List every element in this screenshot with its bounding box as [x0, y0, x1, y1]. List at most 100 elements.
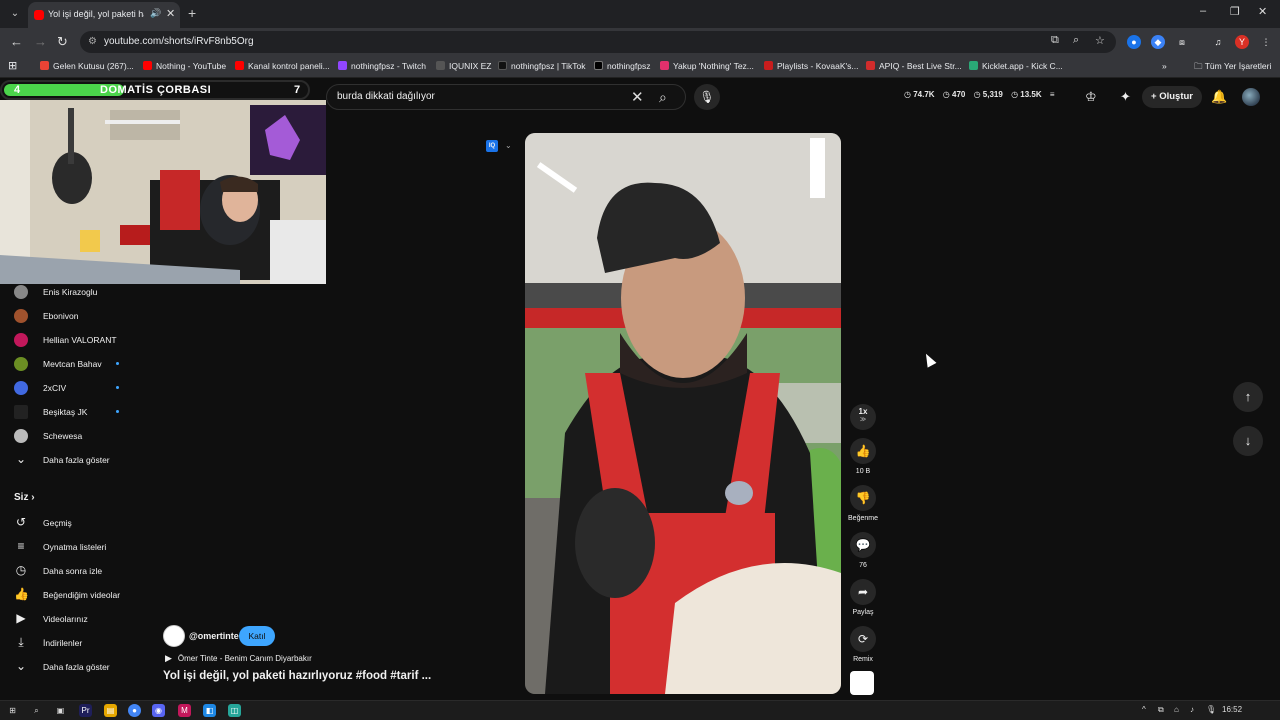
- join-button[interactable]: Katıl: [239, 626, 275, 646]
- short-title[interactable]: Yol işi değil, yol paketi hazırlıyoruz #…: [163, 670, 431, 682]
- dislike-label: Beğenme: [848, 515, 878, 522]
- short-video-player[interactable]: [525, 133, 841, 694]
- browser-tab[interactable]: Yol işi değil, yol paketi hazırlıyoruz #…: [28, 2, 180, 28]
- search-icon[interactable]: ⌕: [30, 704, 43, 717]
- search-input[interactable]: burda dikkati dağılıyor ✕ ⌕: [326, 84, 686, 110]
- windows-start-icon[interactable]: ⊞: [6, 704, 19, 717]
- bookmark-item[interactable]: APIQ - Best Live Str...: [866, 61, 962, 71]
- all-bookmarks-folder[interactable]: 🗀 Tüm Yer İşaretleri: [1194, 61, 1271, 75]
- stats-menu-icon[interactable]: ≡: [1050, 90, 1055, 99]
- zoom-icon[interactable]: ⌕: [1073, 34, 1079, 47]
- site-info-icon[interactable]: ⚙: [88, 36, 97, 47]
- bookmark-item[interactable]: nothingfpsz - Twitch: [338, 61, 426, 71]
- bookmarks-bar: ⊞ Gelen Kutusu (267)... Nothing - YouTub…: [0, 56, 1280, 78]
- comments-action[interactable]: 💬 76: [848, 532, 878, 569]
- webcam-feed: [0, 100, 326, 284]
- network-icon[interactable]: ⌂: [1174, 705, 1179, 714]
- app-icon[interactable]: M: [178, 704, 191, 717]
- bookmark-item[interactable]: Playlists - KovaaK's...: [764, 61, 858, 71]
- playlist-icon: ≡: [17, 539, 25, 553]
- history-icon: ↺: [15, 515, 27, 529]
- next-short-arrow-down-icon[interactable]: ↓: [1233, 426, 1263, 456]
- premiere-app-icon[interactable]: Pr: [79, 704, 92, 717]
- thumbs-up-icon: 👍: [14, 587, 29, 601]
- channel-avatar[interactable]: [163, 625, 185, 647]
- bookmark-item[interactable]: Gelen Kutusu (267)...: [40, 61, 134, 71]
- extension-icon[interactable]: ◆: [1151, 35, 1165, 49]
- sound-thumbnail[interactable]: [850, 671, 874, 695]
- close-window-button[interactable]: ✕: [1258, 5, 1267, 18]
- chevron-down-icon[interactable]: ⌄: [505, 141, 512, 150]
- remix-label: Remix: [853, 656, 873, 663]
- bookmark-item[interactable]: Kicklet.app - Kick C...: [969, 61, 1063, 71]
- media-control-icon[interactable]: ♫: [1211, 35, 1225, 49]
- play-icon: ▶: [165, 653, 172, 663]
- discord-app-icon[interactable]: ◉: [152, 704, 165, 717]
- comment-icon[interactable]: 💬: [850, 532, 876, 558]
- tab-close-icon[interactable]: ✕: [166, 7, 175, 20]
- tray-icon[interactable]: ⧉: [1158, 705, 1164, 715]
- task-view-icon[interactable]: ▣: [54, 704, 67, 717]
- apps-grid-icon[interactable]: ⊞: [8, 59, 17, 72]
- avatar: [14, 309, 28, 323]
- volume-icon[interactable]: ♪: [1190, 705, 1194, 714]
- back-button[interactable]: ←: [10, 34, 23, 49]
- clock-icon: ◷: [15, 563, 27, 577]
- clear-search-icon[interactable]: ✕: [631, 88, 644, 106]
- microphone-icon[interactable]: 🎙: [1206, 705, 1216, 714]
- notifications-bell-icon[interactable]: 🔔: [1211, 89, 1227, 105]
- share-icon[interactable]: ➦: [850, 579, 876, 605]
- app-icon[interactable]: ◧: [203, 704, 216, 717]
- chrome-menu-icon[interactable]: ⋮: [1259, 35, 1273, 49]
- bookmark-item[interactable]: IQUNIX EZ: [436, 61, 492, 71]
- app-icon[interactable]: ◫: [228, 704, 241, 717]
- playback-speed-button[interactable]: 1x ≫: [850, 404, 876, 430]
- like-count: 10 B: [855, 468, 871, 475]
- thumbs-down-icon[interactable]: 👎: [850, 485, 876, 511]
- reload-button[interactable]: ↻: [57, 34, 68, 50]
- bookmark-item[interactable]: nothingfpsz: [594, 61, 650, 71]
- account-avatar[interactable]: [1242, 88, 1260, 106]
- dislike-action[interactable]: 👎 Beğenme: [848, 485, 878, 522]
- avatar: [14, 429, 28, 443]
- create-button[interactable]: + Oluştur: [1142, 86, 1202, 108]
- previous-short-arrow-up-icon[interactable]: ↑: [1233, 382, 1263, 412]
- minimize-button[interactable]: –: [1200, 5, 1206, 17]
- thumbs-up-icon[interactable]: 👍: [850, 438, 876, 464]
- like-action[interactable]: 👍 10 B: [848, 438, 878, 475]
- bookmarks-overflow-icon[interactable]: »: [1162, 61, 1167, 71]
- extensions-puzzle-icon[interactable]: ⧈: [1175, 35, 1189, 49]
- search-icon[interactable]: ⌕: [659, 89, 667, 106]
- remix-action[interactable]: ⟳ Remix: [848, 626, 878, 663]
- level-right: 7: [294, 84, 301, 96]
- extension-icon[interactable]: ●: [1127, 35, 1141, 49]
- tray-overflow-icon[interactable]: ^: [1142, 705, 1146, 714]
- bookmark-item[interactable]: Kanal kontrol paneli...: [235, 61, 330, 71]
- forward-button[interactable]: →: [34, 34, 47, 49]
- address-bar[interactable]: ⚙ youtube.com/shorts/iRvF8nb5Org: [80, 31, 1116, 53]
- bookmark-item[interactable]: Nothing - YouTube: [143, 61, 226, 71]
- restore-button[interactable]: ❐: [1230, 5, 1240, 18]
- sidebar-section-you[interactable]: Siz ›: [14, 492, 35, 503]
- chrome-app-icon[interactable]: ●: [128, 704, 141, 717]
- tab-search-button[interactable]: ⌄: [6, 5, 24, 23]
- remix-icon[interactable]: ⟳: [850, 626, 876, 652]
- channel-handle[interactable]: @omertinte: [189, 631, 239, 641]
- bookmark-item[interactable]: nothingfpsz | TikTok: [498, 61, 586, 71]
- speaker-icon[interactable]: 🔊: [150, 8, 161, 19]
- voice-search-mic-icon[interactable]: 🎙: [694, 84, 720, 110]
- award-icon[interactable]: ♔: [1085, 89, 1097, 105]
- music-track[interactable]: ▶ Ömer Tinte - Benim Canım Diyarbakır: [165, 653, 312, 664]
- stat-4: ◷ 13.5K: [1011, 90, 1042, 99]
- bookmark-item[interactable]: Yakup 'Nothing' Tez...: [660, 61, 754, 71]
- iq-extension-icon[interactable]: IQ: [486, 140, 498, 152]
- profile-avatar[interactable]: Y: [1235, 35, 1249, 49]
- creator-studio-icon[interactable]: ✦: [1120, 89, 1131, 105]
- new-tab-button[interactable]: +: [188, 5, 196, 21]
- install-app-icon[interactable]: ⧉: [1051, 34, 1059, 47]
- share-action[interactable]: ➦ Paylaş: [848, 579, 878, 616]
- video-icon: ▶: [16, 611, 26, 625]
- clock-time[interactable]: 16:52: [1222, 705, 1242, 714]
- bookmark-star-icon[interactable]: ☆: [1095, 34, 1105, 47]
- file-explorer-icon[interactable]: ▤: [104, 704, 117, 717]
